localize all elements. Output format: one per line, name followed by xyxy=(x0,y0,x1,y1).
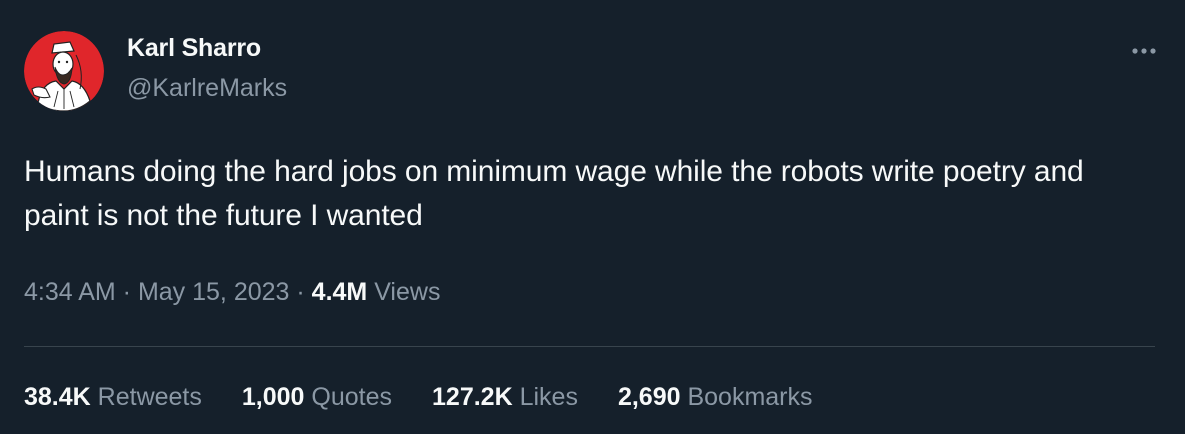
likes-label: Likes xyxy=(512,383,578,411)
author-name[interactable]: Karl Sharro xyxy=(127,34,261,63)
more-options-button[interactable] xyxy=(1127,36,1161,66)
tweet-text: Humans doing the hard jobs on minimum wa… xyxy=(24,155,1084,232)
likes-stat[interactable]: 127.2K Likes xyxy=(432,383,578,412)
meta-separator: · xyxy=(289,278,312,306)
views-label: Views xyxy=(367,278,441,306)
retweets-count: 38.4K xyxy=(24,383,91,411)
author-handle[interactable]: @KarlreMarks xyxy=(127,74,287,103)
tweet-date: May 15, 2023 xyxy=(137,278,290,306)
tweet-meta: 4:34 AM · May 15, 2023 · 4.4M Views xyxy=(24,278,440,307)
tweet-time-link[interactable]: 4:34 AM · May 15, 2023 xyxy=(24,278,289,306)
views-count: 4.4M xyxy=(311,278,368,306)
retweets-label: Retweets xyxy=(90,383,202,411)
quotes-stat[interactable]: 1,000 Quotes xyxy=(242,383,392,412)
engagement-stats: 38.4K Retweets 1,000 Quotes 127.2K Likes… xyxy=(24,383,813,412)
tweet-time: 4:34 AM xyxy=(24,278,116,306)
bookmarks-stat[interactable]: 2,690 Bookmarks xyxy=(618,383,813,412)
tweet-card: Karl Sharro @KarlreMarks Humans doing th… xyxy=(0,0,1185,434)
meta-separator: · xyxy=(115,278,138,306)
quotes-label: Quotes xyxy=(304,383,393,411)
likes-count: 127.2K xyxy=(432,383,513,411)
divider xyxy=(24,346,1155,347)
avatar[interactable] xyxy=(24,31,104,111)
bookmarks-count: 2,690 xyxy=(617,383,681,411)
bookmarks-label: Bookmarks xyxy=(680,383,813,411)
quotes-count: 1,000 xyxy=(241,383,305,411)
illustrated-portrait-avatar-icon xyxy=(24,31,104,111)
views-link[interactable]: 4.4M Views xyxy=(312,278,441,306)
more-dots-icon xyxy=(1132,48,1156,54)
retweets-stat[interactable]: 38.4K Retweets xyxy=(24,383,202,412)
